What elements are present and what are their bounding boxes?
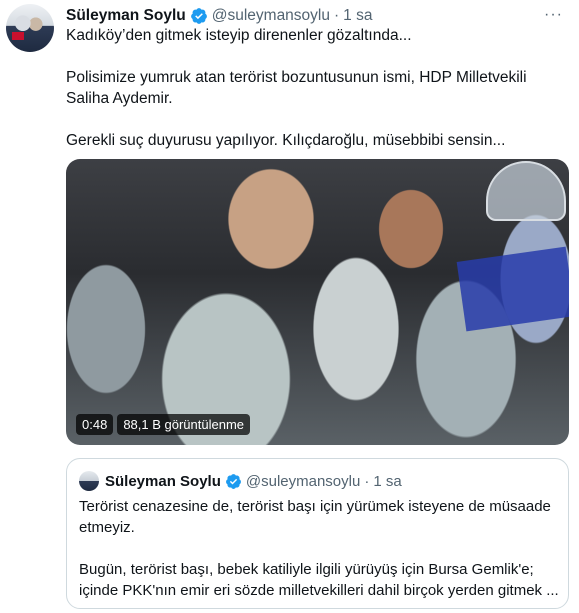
video-info-badge: 0:48 88,1 B görüntülenme bbox=[76, 414, 251, 435]
flag-detail bbox=[12, 32, 24, 40]
quoted-tweet-text: Terörist cenazesine de, terörist başı iç… bbox=[79, 496, 561, 601]
tweet-header: Süleyman Soylu @suleymansoylu · 1 sa bbox=[66, 5, 372, 27]
verified-badge-icon bbox=[190, 8, 207, 24]
separator-dot: · bbox=[364, 472, 370, 490]
quoted-tweet[interactable]: Süleyman Soylu @suleymansoylu · 1 sa Ter… bbox=[66, 458, 569, 609]
video-scene-helmet bbox=[486, 161, 566, 221]
tweet-paragraph: Polisimize yumruk atan terörist bozuntus… bbox=[66, 69, 527, 107]
tweet-paragraph: Kadıköy’den gitmek isteyip direnenler gö… bbox=[66, 27, 412, 44]
video-scene-shield bbox=[456, 246, 569, 332]
author-avatar[interactable] bbox=[6, 4, 54, 52]
more-options-icon[interactable]: ··· bbox=[544, 6, 563, 24]
quoted-author-avatar bbox=[79, 471, 99, 491]
video-duration: 0:48 bbox=[76, 414, 114, 435]
quoted-author-handle: @suleymansoylu bbox=[245, 472, 361, 490]
tweet-text: Kadıköy’den gitmek isteyip direnenler gö… bbox=[66, 25, 566, 151]
verified-badge-icon bbox=[225, 473, 241, 489]
quoted-line: etmeyiz. bbox=[79, 519, 135, 536]
tweet-timestamp[interactable]: 1 sa bbox=[343, 7, 372, 25]
quoted-line: Bugün, terörist başı, bebek katiliyle il… bbox=[79, 561, 534, 578]
quoted-line: Terörist cenazesine de, terörist başı iç… bbox=[79, 498, 551, 515]
author-name[interactable]: Süleyman Soylu bbox=[66, 7, 186, 25]
quoted-timestamp: 1 sa bbox=[373, 472, 402, 490]
quoted-line: içinde PKK'nın emir eri sözde milletveki… bbox=[79, 582, 559, 599]
tweet-paragraph: Gerekli suç duyurusu yapılıyor. Kılıçdar… bbox=[66, 132, 506, 149]
video-player[interactable]: 0:48 88,1 B görüntülenme bbox=[66, 159, 569, 445]
quoted-tweet-header: Süleyman Soylu @suleymansoylu · 1 sa bbox=[79, 471, 402, 491]
author-handle[interactable]: @suleymansoylu bbox=[212, 7, 330, 25]
quoted-author-name: Süleyman Soylu bbox=[105, 472, 221, 490]
separator-dot: · bbox=[334, 7, 340, 24]
video-view-count: 88,1 B görüntülenme bbox=[117, 414, 251, 435]
